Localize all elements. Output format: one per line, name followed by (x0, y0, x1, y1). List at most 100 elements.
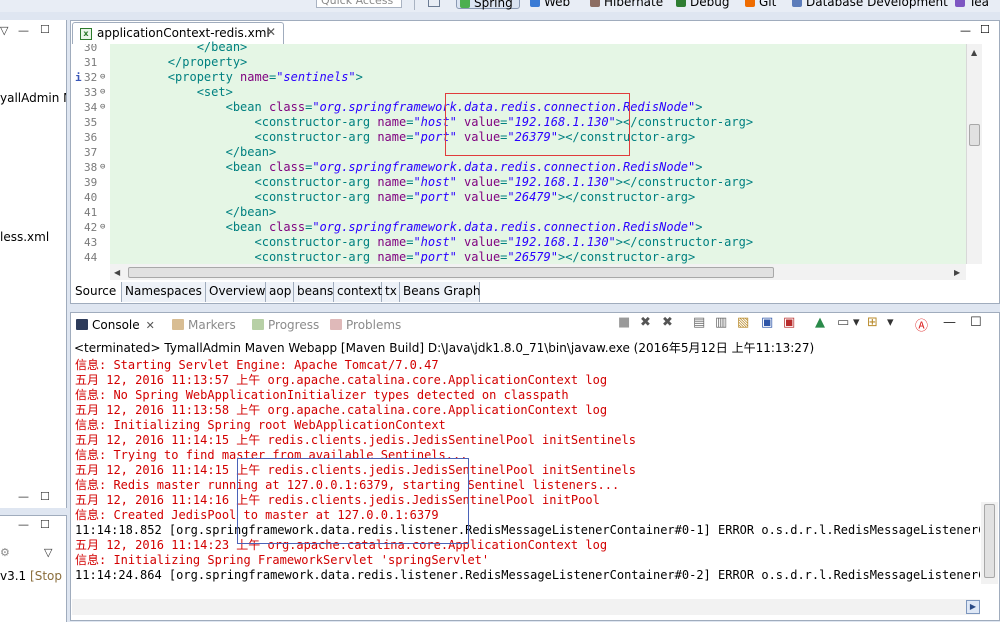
code-token-attr: value (464, 175, 501, 189)
editor-page-tab-overview[interactable]: Overview (206, 282, 266, 302)
maximize-icon[interactable]: ☐ (970, 315, 982, 330)
editor-page-tab-beans[interactable]: beans (294, 282, 334, 302)
console-output[interactable]: 信息: Starting Servlet Engine: Apache Tomc… (72, 358, 980, 599)
scrollbar-thumb[interactable] (984, 504, 995, 578)
bug-icon (676, 0, 686, 7)
perspective-git[interactable]: Git (745, 0, 776, 9)
chevron-down-icon[interactable]: ▾ (853, 315, 860, 330)
line-number: 33 (84, 86, 98, 99)
code-token-attr: name (377, 190, 407, 204)
code-token-tag: <constructor-arg (110, 235, 378, 249)
line-number-row: 33 ⊖ (72, 85, 110, 100)
editor-page-tab-beans-graph[interactable]: Beans Graph (400, 282, 480, 302)
minimize-icon[interactable]: — (18, 518, 29, 531)
perspective-debug[interactable]: Debug (676, 0, 729, 9)
perspective-spring[interactable]: Spring (456, 0, 520, 10)
view-menu-icon[interactable]: ▽ (0, 24, 8, 37)
minimize-icon[interactable]: — (943, 315, 956, 330)
fold-toggle-icon[interactable]: ⊖ (100, 160, 105, 175)
fold-toggle-icon[interactable]: ⊖ (100, 100, 105, 115)
open-console-icon[interactable]: ⊞ (867, 315, 878, 330)
code-token-str: "port" (413, 190, 457, 204)
maximize-icon[interactable]: ☐ (40, 490, 50, 503)
tree-item-project[interactable]: yallAdmin M (0, 91, 66, 105)
editor-page-tab-aop[interactable]: aop (266, 282, 294, 302)
code-token-tag: <constructor-arg (110, 250, 378, 264)
line-number: 41 (84, 206, 98, 219)
editor-vertical-scrollbar[interactable]: ▲ (966, 44, 982, 264)
line-number: 38 (84, 161, 98, 174)
scroll-lock-icon[interactable]: ▥ (715, 315, 727, 330)
line-number: 43 (84, 236, 98, 249)
package-explorer: ▽ — ☐ yallAdmin M less.xml — ☐ (0, 20, 67, 508)
tab-problems[interactable]: Problems (330, 316, 401, 334)
clear-console-icon[interactable]: ▤ (693, 315, 705, 330)
servers-view: — ☐ ⚙ ▽ v3.1 [Stop (0, 515, 67, 622)
tab-console[interactable]: Console ✕ (76, 316, 155, 334)
remove-all-terminated-icon[interactable]: ✖ (662, 315, 673, 330)
scroll-right-icon[interactable]: ▶ (954, 268, 960, 277)
editor-minimize-icon[interactable]: — (960, 24, 971, 37)
tab-label: Problems (346, 318, 402, 332)
open-perspective-icon[interactable] (428, 0, 440, 7)
terminate-icon[interactable]: ■ (618, 315, 630, 330)
git-icon (745, 0, 755, 7)
spring-boot-icon[interactable]: Ⓐ (915, 315, 928, 334)
perspective-hibernate[interactable]: Hibernate (590, 0, 663, 9)
editor-maximize-icon[interactable]: ☐ (980, 23, 990, 36)
tree-item-file[interactable]: less.xml (0, 230, 49, 244)
perspective-tea[interactable]: Tea (955, 0, 989, 9)
word-wrap-icon[interactable]: ▧ (737, 315, 749, 330)
server-toolbar-icon[interactable]: ⚙ (0, 546, 10, 559)
console-line: 五月 12, 2016 11:13:57 上午 org.apache.catal… (75, 373, 608, 387)
minimize-icon[interactable]: — (18, 490, 29, 503)
chevron-down-icon[interactable]: ▾ (887, 315, 894, 330)
scrollbar-thumb[interactable] (128, 267, 774, 278)
maximize-icon[interactable]: ☐ (40, 23, 50, 36)
console-line: 信息: Initializing Spring FrameworkServlet… (75, 553, 490, 567)
remove-launch-icon[interactable]: ✖ (640, 315, 651, 330)
maximize-icon[interactable]: ☐ (40, 518, 50, 531)
code-line: <property name="sentinels"> (110, 70, 363, 85)
tab-progress[interactable]: Progress (252, 316, 319, 334)
editor-horizontal-scrollbar[interactable]: ◀ ▶ (110, 264, 966, 280)
code-token-tag: ></constructor-arg> (615, 175, 754, 189)
minimize-icon[interactable]: — (18, 24, 29, 37)
scrollbar-thumb[interactable] (969, 124, 980, 146)
markers-icon (172, 319, 184, 330)
show-on-stdout-icon[interactable]: ▣ (761, 315, 773, 330)
line-number-row: 43 (72, 235, 110, 250)
annotation-red-box (445, 93, 630, 156)
console-vertical-scrollbar[interactable] (981, 502, 998, 584)
fold-toggle-icon[interactable]: ⊖ (100, 85, 105, 100)
perspective-database-development[interactable]: Database Development (792, 0, 948, 9)
code-token-attr: name (377, 235, 407, 249)
server-item[interactable]: v3.1 [Stop (0, 569, 62, 583)
editor-page-tab-context[interactable]: context (334, 282, 382, 302)
tab-markers[interactable]: Markers (172, 316, 236, 334)
editor-page-tab-tx[interactable]: tx (382, 282, 400, 302)
chevron-down-icon[interactable]: ▽ (44, 546, 52, 559)
console-horizontal-scrollbar[interactable]: ▶ (72, 599, 980, 615)
close-icon[interactable]: ✕ (266, 25, 276, 39)
editor-page-tab-namespaces[interactable]: Namespaces (122, 282, 206, 302)
pin-console-icon[interactable]: ▲ (815, 315, 825, 330)
code-token-str: "port" (413, 250, 457, 264)
editor-page-tab-source[interactable]: Source (72, 282, 122, 302)
display-console-icon[interactable]: ▭ (837, 315, 849, 330)
fold-toggle-icon[interactable]: ⊖ (100, 220, 105, 235)
code-token-attr: name (377, 130, 407, 144)
scroll-right-icon[interactable]: ▶ (966, 600, 980, 614)
line-number: 30 (84, 44, 98, 54)
scroll-left-icon[interactable]: ◀ (114, 268, 120, 277)
line-number-row: 36 (72, 130, 110, 145)
close-icon[interactable]: ✕ (146, 319, 155, 332)
quick-access-input[interactable]: Quick Access (316, 0, 402, 8)
perspective-web[interactable]: Web (530, 0, 570, 9)
code-token-tag: ></constructor-arg> (615, 235, 754, 249)
scroll-up-icon[interactable]: ▲ (971, 48, 977, 57)
code-token-tag: <bean (110, 160, 269, 174)
show-on-stderr-icon[interactable]: ▣ (783, 315, 795, 330)
perspective-label: Tea (969, 0, 990, 9)
fold-toggle-icon[interactable]: ⊖ (100, 70, 105, 85)
